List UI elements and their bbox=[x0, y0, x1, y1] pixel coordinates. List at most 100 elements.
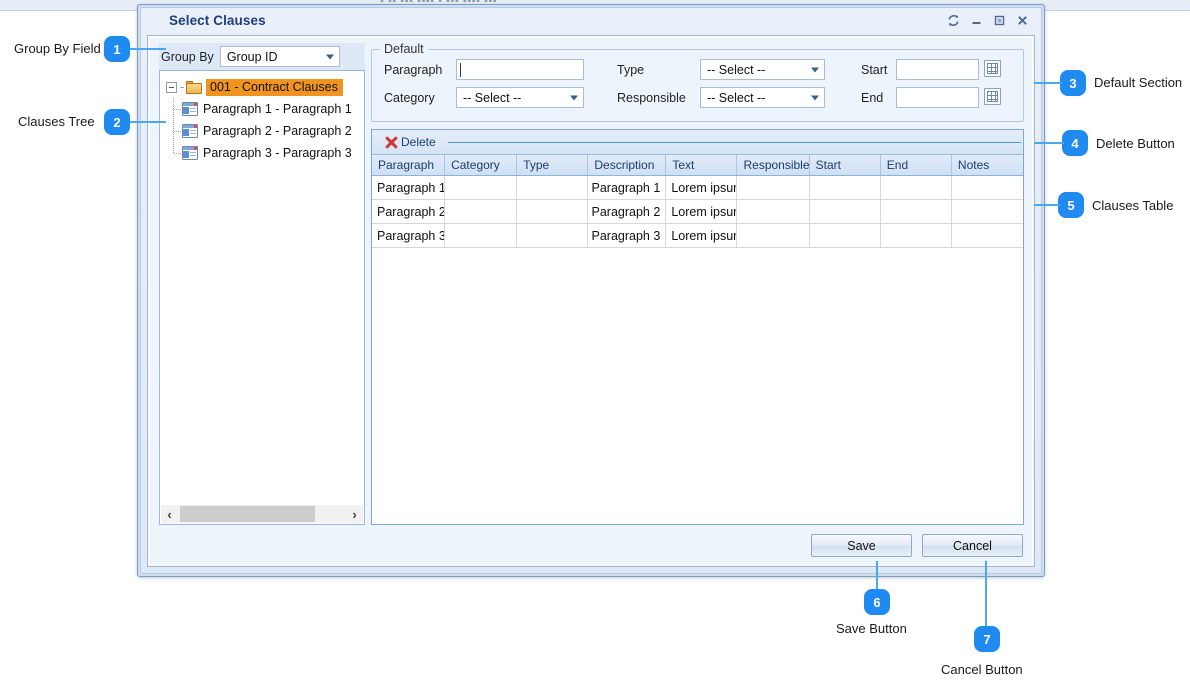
column-header-description[interactable]: Description bbox=[588, 155, 667, 175]
clauses-table: Delete Paragraph Category Type Descripti… bbox=[371, 129, 1024, 525]
column-header-notes[interactable]: Notes bbox=[952, 155, 1023, 175]
dialog-titlebar[interactable]: Select Clauses bbox=[141, 8, 1041, 35]
annotation-badge-7: 7 bbox=[974, 626, 1000, 652]
type-select[interactable]: -- Select -- bbox=[700, 59, 825, 80]
cell-notes[interactable] bbox=[952, 200, 1023, 223]
type-label: Type bbox=[617, 63, 645, 77]
cell-responsible[interactable] bbox=[737, 176, 810, 199]
cell-type[interactable] bbox=[517, 200, 589, 223]
delete-button[interactable]: Delete bbox=[380, 132, 440, 152]
default-section: Default Paragraph Category -- Select -- bbox=[371, 42, 1024, 122]
dialog-title: Select Clauses bbox=[169, 13, 266, 28]
delete-button-label: Delete bbox=[401, 135, 436, 149]
tree-connector bbox=[174, 153, 181, 154]
calendar-icon[interactable] bbox=[984, 60, 1001, 77]
cell-notes[interactable] bbox=[952, 176, 1023, 199]
column-header-text[interactable]: Text bbox=[666, 155, 738, 175]
scroll-left-arrow-icon[interactable]: ‹ bbox=[161, 505, 178, 523]
scrollbar-track[interactable] bbox=[178, 505, 346, 523]
refresh-icon[interactable] bbox=[943, 11, 964, 30]
tree-horizontal-scrollbar[interactable]: ‹ › bbox=[161, 505, 363, 523]
minimize-icon[interactable] bbox=[966, 11, 987, 30]
cell-responsible[interactable] bbox=[737, 224, 810, 247]
type-value: -- Select -- bbox=[707, 62, 766, 77]
cell-start[interactable] bbox=[810, 176, 881, 199]
cell-responsible[interactable] bbox=[737, 200, 810, 223]
collapse-icon[interactable] bbox=[166, 82, 177, 93]
cell-notes[interactable] bbox=[952, 224, 1023, 247]
category-select[interactable]: -- Select -- bbox=[456, 87, 584, 108]
clauses-tree[interactable]: 001 - Contract Clauses Paragraph 1 - Par… bbox=[159, 70, 365, 525]
cell-description[interactable]: Paragraph 1 bbox=[588, 176, 667, 199]
cancel-button[interactable]: Cancel bbox=[922, 534, 1023, 557]
table-header-row: Paragraph Category Type Description Text… bbox=[372, 154, 1023, 176]
start-label: Start bbox=[861, 63, 888, 77]
tree-node-child[interactable]: Paragraph 1 - Paragraph 1 bbox=[160, 98, 364, 120]
cell-paragraph[interactable]: Paragraph 2 bbox=[372, 200, 446, 223]
chevron-down-icon bbox=[325, 54, 334, 59]
responsible-select[interactable]: -- Select -- bbox=[700, 87, 825, 108]
column-header-responsible[interactable]: Responsible bbox=[737, 155, 810, 175]
tree-child-label: Paragraph 3 - Paragraph 3 bbox=[203, 146, 352, 160]
annotation-leader-6 bbox=[876, 561, 878, 592]
cell-description[interactable]: Paragraph 3 bbox=[588, 224, 667, 247]
close-icon[interactable] bbox=[1012, 11, 1033, 30]
left-pane: Group By Group ID 001 - Contract Clauses… bbox=[159, 43, 365, 525]
column-header-type[interactable]: Type bbox=[517, 155, 589, 175]
annotation-label-2: Clauses Tree bbox=[18, 114, 95, 129]
cell-text[interactable]: Lorem ipsum bbox=[666, 176, 738, 199]
grid-toolbar: Delete bbox=[372, 130, 1023, 154]
maximize-icon[interactable] bbox=[989, 11, 1010, 30]
save-button[interactable]: Save bbox=[811, 534, 912, 557]
cell-paragraph[interactable]: Paragraph 3 bbox=[372, 224, 446, 247]
chevron-down-icon bbox=[811, 67, 819, 72]
annotation-label-1: Group By Field bbox=[14, 41, 101, 56]
tree-items: 001 - Contract Clauses Paragraph 1 - Par… bbox=[160, 77, 364, 504]
end-label: End bbox=[861, 91, 884, 105]
paragraph-label: Paragraph bbox=[384, 63, 443, 77]
screenshot-root: ▪ ▪▪ ▪▪▪ ▪▪▪▪ ▪ ▪▪▪ ▪▪▪▪ ▪▪▪ Select Clau… bbox=[0, 0, 1190, 687]
cell-type[interactable] bbox=[517, 176, 589, 199]
cell-text[interactable]: Lorem ipsum bbox=[666, 224, 738, 247]
table-row[interactable]: Paragraph 3 Paragraph 3 Lorem ipsum bbox=[372, 224, 1023, 248]
tree-node-root[interactable]: 001 - Contract Clauses bbox=[160, 77, 364, 98]
cell-category[interactable] bbox=[445, 224, 518, 247]
column-header-category[interactable]: Category bbox=[445, 155, 518, 175]
column-header-start[interactable]: Start bbox=[810, 155, 881, 175]
calendar-icon[interactable] bbox=[984, 88, 1001, 105]
cell-category[interactable] bbox=[445, 176, 518, 199]
tree-node-child[interactable]: Paragraph 2 - Paragraph 2 bbox=[160, 120, 364, 142]
scrollbar-thumb[interactable] bbox=[180, 506, 315, 522]
dialog-footer: Save Cancel bbox=[811, 534, 1023, 557]
column-header-paragraph[interactable]: Paragraph bbox=[372, 155, 446, 175]
column-header-end[interactable]: End bbox=[881, 155, 952, 175]
cell-start[interactable] bbox=[810, 200, 881, 223]
scroll-right-arrow-icon[interactable]: › bbox=[346, 505, 363, 523]
chevron-down-icon bbox=[811, 95, 819, 100]
cell-text[interactable]: Lorem ipsum bbox=[666, 200, 738, 223]
category-label: Category bbox=[384, 91, 435, 105]
cell-paragraph[interactable]: Paragraph 1 bbox=[372, 176, 446, 199]
responsible-label: Responsible bbox=[617, 91, 686, 105]
clause-document-icon bbox=[182, 146, 198, 160]
end-date-input[interactable] bbox=[896, 87, 979, 108]
cell-type[interactable] bbox=[517, 224, 589, 247]
tree-root-label: 001 - Contract Clauses bbox=[206, 79, 343, 96]
cell-start[interactable] bbox=[810, 224, 881, 247]
start-date-input[interactable] bbox=[896, 59, 979, 80]
cell-end[interactable] bbox=[881, 200, 952, 223]
category-value: -- Select -- bbox=[463, 90, 522, 105]
table-row[interactable]: Paragraph 1 Paragraph 1 Lorem ipsum bbox=[372, 176, 1023, 200]
cell-category[interactable] bbox=[445, 200, 518, 223]
tree-node-child[interactable]: Paragraph 3 - Paragraph 3 bbox=[160, 142, 364, 164]
table-row[interactable]: Paragraph 2 Paragraph 2 Lorem ipsum bbox=[372, 200, 1023, 224]
paragraph-input[interactable] bbox=[456, 59, 584, 80]
cell-end[interactable] bbox=[881, 176, 952, 199]
cell-description[interactable]: Paragraph 2 bbox=[588, 200, 667, 223]
annotation-leader-3 bbox=[1034, 82, 1062, 84]
group-by-select[interactable]: Group ID bbox=[219, 46, 340, 67]
chevron-down-icon bbox=[570, 95, 578, 100]
annotation-leader-7 bbox=[985, 561, 987, 628]
cell-end[interactable] bbox=[881, 224, 952, 247]
responsible-value: -- Select -- bbox=[707, 90, 766, 105]
